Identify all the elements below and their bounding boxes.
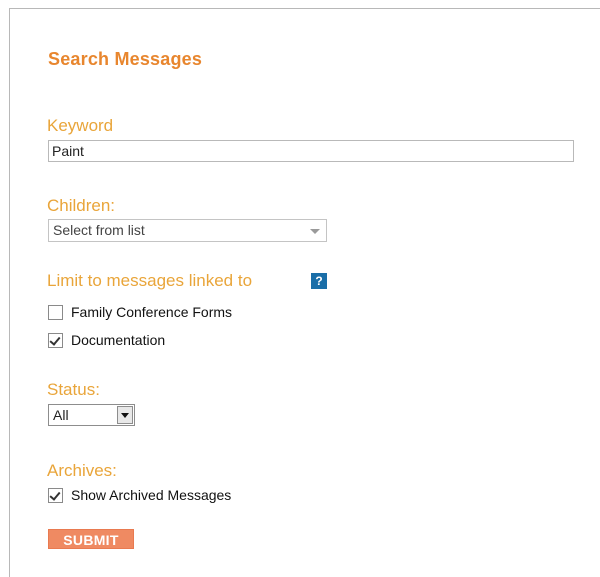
dropdown-arrow-icon[interactable] — [117, 406, 133, 424]
documentation-label: Documentation — [71, 332, 166, 348]
children-select-value: Select from list — [53, 222, 145, 238]
show-archived-checkbox[interactable] — [48, 487, 63, 503]
children-select[interactable]: Select from list — [48, 219, 327, 242]
documentation-checkbox[interactable] — [48, 332, 63, 348]
submit-button[interactable]: SUBMIT — [48, 529, 134, 549]
status-label: Status: — [47, 380, 100, 399]
show-archived-option[interactable]: Show Archived Messages — [48, 485, 231, 505]
family-conference-option[interactable]: Family Conference Forms — [48, 302, 232, 322]
show-archived-label: Show Archived Messages — [71, 487, 232, 503]
limit-label: Limit to messages linked to — [47, 271, 253, 290]
keyword-input[interactable]: Paint — [48, 140, 574, 162]
status-select[interactable]: All — [48, 404, 135, 426]
keyword-label: Keyword — [47, 116, 114, 135]
documentation-option[interactable]: Documentation — [48, 330, 165, 350]
help-icon[interactable]: ? — [311, 273, 327, 289]
family-conference-label: Family Conference Forms — [71, 304, 233, 320]
archives-label: Archives: — [47, 461, 117, 480]
children-label: Children: — [47, 196, 116, 215]
family-conference-checkbox[interactable] — [48, 304, 63, 320]
status-select-value: All — [53, 407, 69, 423]
page-title: Search Messages — [48, 49, 203, 69]
chevron-down-icon — [310, 229, 320, 234]
